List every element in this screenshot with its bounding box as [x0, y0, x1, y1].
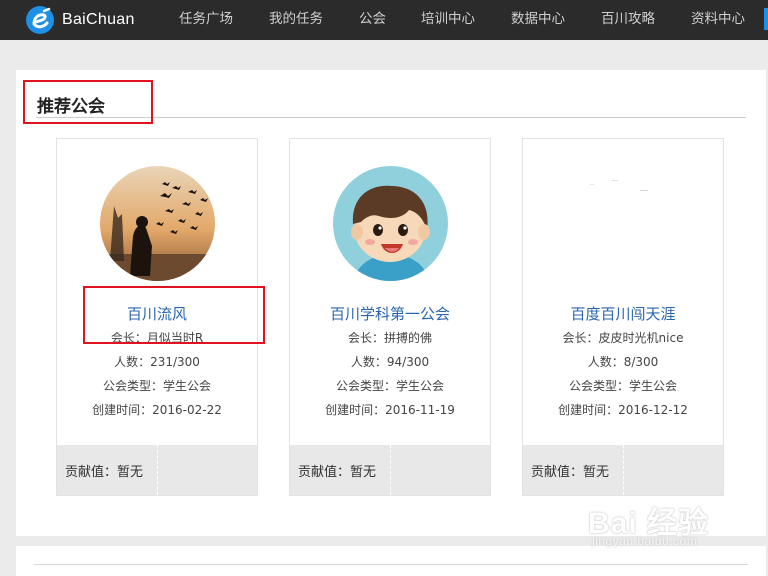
blank-avatar-icon[interactable] [566, 166, 681, 281]
guild-type: 公会类型：学生公会 [102, 379, 211, 393]
section-title: 推荐公会 [37, 97, 105, 117]
main-nav: 任务广场 我的任务 公会 培训中心 数据中心 百川攻略 资料中心 [0, 0, 768, 40]
footer-divider [157, 445, 158, 495]
next-panel-divider [34, 564, 748, 565]
guild-contribution: 贡献值：暂无 [65, 465, 144, 480]
guild-name-link[interactable]: 百川学科第一公会 [290, 303, 490, 324]
nav-edge-marker [764, 8, 768, 30]
silhouette-birds-avatar-icon[interactable] [100, 166, 215, 281]
guild-card-2[interactable]: 百川学科第一公会 会长：拼搏的佛 人数：94/300 公会类型：学生公会 创建时… [289, 138, 491, 496]
guild-created: 创建时间：2016-02-22 [92, 403, 222, 417]
guild-contribution: 贡献值：暂无 [298, 465, 377, 480]
guild-card-1[interactable]: 百川流风 会长：月似当时R 人数：231/300 公会类型：学生公会 创建时间：… [56, 138, 258, 496]
guild-card-3[interactable]: 百度百川闯天涯 会长：皮皮时光机nice 人数：8/300 公会类型：学生公会 … [522, 138, 724, 496]
guild-card-footer: 贡献值：暂无 [57, 445, 257, 495]
guild-leader: 会长：拼搏的佛 [347, 331, 432, 345]
cartoon-boy-avatar-icon[interactable] [333, 166, 448, 281]
guild-leader: 会长：月似当时R [110, 331, 204, 345]
footer-divider [623, 445, 624, 495]
guild-leader: 会长：皮皮时光机nice [562, 331, 684, 345]
nav-item-guild[interactable]: 公会 [359, 0, 386, 40]
nav-item-data-center[interactable]: 数据中心 [511, 0, 565, 40]
guild-members: 人数：8/300 [587, 355, 659, 369]
guild-type: 公会类型：学生公会 [335, 379, 444, 393]
nav-item-task-plaza[interactable]: 任务广场 [179, 0, 233, 40]
guild-name-link[interactable]: 百川流风 [57, 303, 257, 324]
guild-members: 人数：231/300 [114, 355, 200, 369]
top-navbar: BaiChuan 任务广场 我的任务 公会 培训中心 数据中心 百川攻略 资料中… [0, 0, 768, 40]
footer-divider [390, 445, 391, 495]
nav-item-resource-center[interactable]: 资料中心 [691, 0, 745, 40]
next-panel [16, 546, 766, 576]
guild-contribution: 贡献值：暂无 [531, 465, 610, 480]
recommended-guilds-panel: 推荐公会 百川流风 会长：月似当时R 人数：231/300 公会类型：学生公会 … [16, 70, 766, 536]
nav-item-my-tasks[interactable]: 我的任务 [269, 0, 323, 40]
guild-card-footer: 贡献值：暂无 [290, 445, 490, 495]
nav-item-baichuan-guide[interactable]: 百川攻略 [601, 0, 655, 40]
guild-name-link[interactable]: 百度百川闯天涯 [523, 303, 723, 324]
guild-type: 公会类型：学生公会 [568, 379, 677, 393]
guild-created: 创建时间：2016-11-19 [325, 403, 455, 417]
section-divider [36, 117, 746, 118]
guild-members: 人数：94/300 [350, 355, 430, 369]
nav-item-training-center[interactable]: 培训中心 [421, 0, 475, 40]
guild-created: 创建时间：2016-12-12 [558, 403, 688, 417]
guild-card-footer: 贡献值：暂无 [523, 445, 723, 495]
